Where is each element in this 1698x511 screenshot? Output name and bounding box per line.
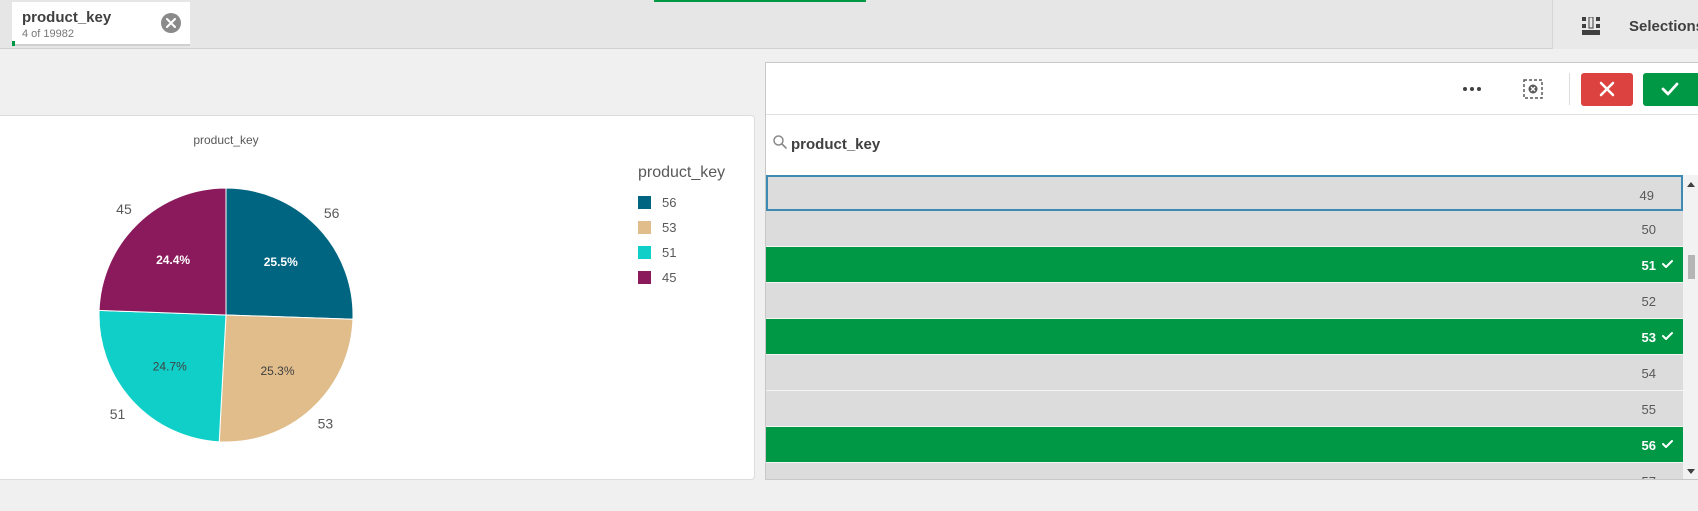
confirm-selection-button[interactable] xyxy=(1643,73,1698,106)
clear-selections-button[interactable] xyxy=(1519,76,1547,102)
legend-swatch xyxy=(638,221,651,234)
pie-percent-label: 24.4% xyxy=(156,253,190,267)
legend-item-45[interactable]: 45 xyxy=(638,270,725,296)
listbox-scrollbar[interactable] xyxy=(1683,175,1698,479)
search-icon xyxy=(773,135,787,149)
listbox-row-value: 55 xyxy=(1641,402,1656,417)
selected-check-icon xyxy=(1662,332,1673,340)
selected-check-icon xyxy=(1662,260,1673,268)
cancel-selection-button[interactable] xyxy=(1581,73,1633,106)
listbox-search xyxy=(766,116,1698,175)
close-icon xyxy=(1599,81,1615,97)
selection-chip-field: product_key xyxy=(22,9,112,26)
legend-label: 45 xyxy=(662,270,677,285)
legend-label: 56 xyxy=(662,195,677,210)
more-options-button[interactable] xyxy=(1457,76,1487,102)
listbox-row-value: 57 xyxy=(1642,474,1656,479)
pie-chart-card[interactable]: product_key 25.5% 56 25.3% 53 24.7% 51 24.4% 45… xyxy=(0,115,755,480)
listbox-row-value: 56 xyxy=(1641,438,1656,453)
selections-grid-icon xyxy=(1582,17,1600,35)
selection-chip-product-key[interactable]: product_key 4 of 19982 xyxy=(12,2,190,46)
clear-selections-icon xyxy=(1523,79,1543,99)
chart-legend: product_key 56 53 51 45 xyxy=(638,164,725,296)
listbox-row-value: 49 xyxy=(1639,188,1654,203)
pie-chart[interactable]: 25.5% 56 25.3% 53 24.7% 51 24.4% 45 xyxy=(0,116,600,481)
selections-tool-label: Selections xyxy=(1629,18,1698,35)
listbox-row-value: 53 xyxy=(1641,330,1656,345)
pie-category-label: 45 xyxy=(116,201,132,217)
selections-bar: product_key 4 of 19982 Selections xyxy=(0,0,1698,49)
legend-swatch xyxy=(638,271,651,284)
selected-check-icon xyxy=(1662,440,1673,448)
legend-title: product_key xyxy=(638,164,726,181)
search-input[interactable] xyxy=(791,132,1391,156)
legend-label: 51 xyxy=(662,245,677,260)
listbox-toolbar xyxy=(766,63,1698,115)
listbox-row-54[interactable]: 54 xyxy=(766,355,1683,391)
scroll-down-icon[interactable] xyxy=(1687,469,1695,475)
checkmark-icon xyxy=(1661,82,1679,96)
selection-state-bar xyxy=(12,41,15,46)
active-tab-indicator xyxy=(654,0,866,2)
listbox-row-56[interactable]: 56 xyxy=(766,427,1683,463)
legend-item-53[interactable]: 53 xyxy=(638,220,725,246)
legend-swatch xyxy=(638,246,651,259)
listbox-row-value: 54 xyxy=(1641,366,1656,381)
scroll-up-icon[interactable] xyxy=(1687,181,1695,187)
field-listbox[interactable]: 49 50 51 52 53 54 55 56 57 xyxy=(765,62,1698,480)
selections-tool-button[interactable]: Selections xyxy=(1552,0,1698,49)
listbox-row-55[interactable]: 55 xyxy=(766,391,1683,427)
scroll-thumb[interactable] xyxy=(1688,255,1695,279)
pie-percent-label: 25.3% xyxy=(260,364,294,378)
toolbar-divider xyxy=(1569,73,1570,105)
legend-item-56[interactable]: 56 xyxy=(638,195,725,221)
listbox-row-51[interactable]: 51 xyxy=(766,247,1683,283)
listbox-row-50[interactable]: 50 xyxy=(766,211,1683,247)
pie-category-label: 51 xyxy=(110,406,126,422)
listbox-row-57[interactable]: 57 xyxy=(766,463,1683,479)
pie-percent-label: 24.7% xyxy=(153,359,187,373)
pie-percent-label: 25.5% xyxy=(264,255,298,269)
listbox-row-49[interactable]: 49 xyxy=(766,175,1683,211)
selection-chip-count: 4 of 19982 xyxy=(22,28,74,40)
listbox-rows: 49 50 51 52 53 54 55 56 57 xyxy=(766,175,1683,479)
legend-item-51[interactable]: 51 xyxy=(638,245,725,271)
listbox-row-52[interactable]: 52 xyxy=(766,283,1683,319)
legend-label: 53 xyxy=(662,220,677,235)
listbox-row-53[interactable]: 53 xyxy=(766,319,1683,355)
pie-category-label: 53 xyxy=(318,415,334,431)
listbox-row-value: 50 xyxy=(1641,222,1656,237)
listbox-row-value: 51 xyxy=(1641,258,1656,273)
legend-swatch xyxy=(638,196,651,209)
listbox-row-value: 52 xyxy=(1641,294,1656,309)
clear-selection-icon[interactable] xyxy=(161,13,181,33)
more-icon xyxy=(1463,87,1481,91)
pie-category-label: 56 xyxy=(324,205,340,221)
